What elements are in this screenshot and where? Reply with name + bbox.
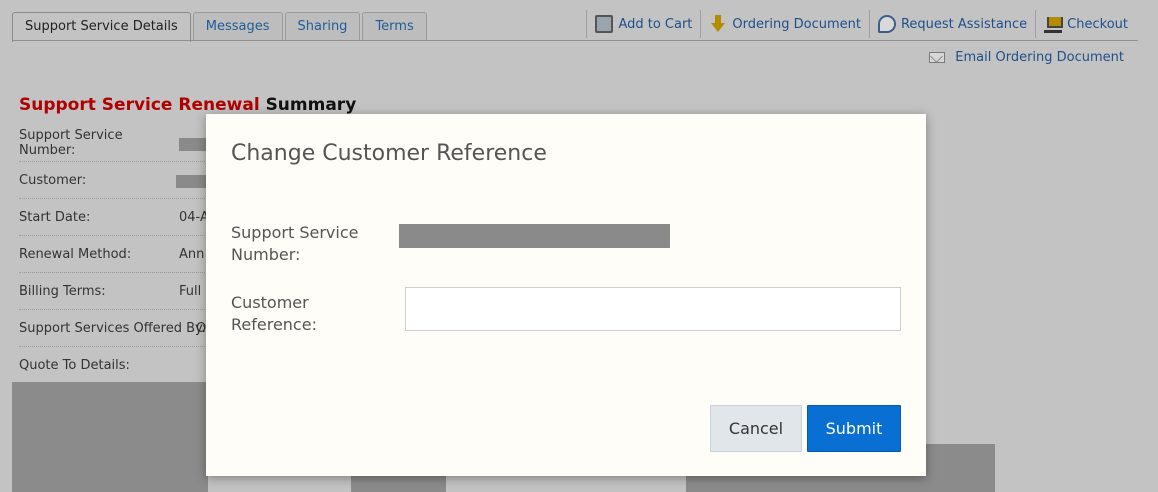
add-to-cart-label: Add to Cart [618, 16, 693, 32]
redacted-block [924, 444, 995, 492]
field-value: O [196, 320, 207, 336]
tab-terms[interactable]: Terms [362, 12, 427, 41]
page-title: Support Service Renewal Summary [19, 95, 356, 115]
cancel-button[interactable]: Cancel [710, 405, 802, 452]
add-to-cart-icon [595, 15, 614, 33]
tab-sharing[interactable]: Sharing [284, 12, 361, 41]
action-toolbar: Add to Cart Ordering Document Request As… [586, 10, 1136, 38]
checkout-label: Checkout [1067, 16, 1128, 32]
redacted-value [176, 175, 206, 188]
summary-row: Support Services Offered By: O [19, 310, 209, 347]
change-customer-reference-dialog: Change Customer Reference Support Servic… [206, 114, 926, 476]
redacted-value [179, 138, 209, 151]
field-label: Billing Terms: [19, 283, 106, 299]
envelope-icon [929, 52, 946, 63]
field-label: Support Service Number: [19, 128, 123, 158]
help-bubble-icon [877, 15, 896, 33]
summary-row: Renewal Method: Ann [19, 236, 209, 273]
summary-row: Billing Terms: Full i [19, 273, 209, 310]
field-label: Start Date: [19, 209, 91, 225]
field-label: Renewal Method: [19, 246, 132, 262]
request-assistance-label: Request Assistance [900, 16, 1028, 32]
request-assistance-link[interactable]: Request Assistance [868, 10, 1035, 38]
field-value: Ann [179, 246, 205, 262]
customer-reference-input[interactable] [405, 287, 901, 331]
tab-support-service-details[interactable]: Support Service Details [12, 12, 191, 42]
ordering-document-label: Ordering Document [732, 16, 861, 32]
summary-row: Start Date: 04-A [19, 199, 209, 236]
redacted-block [686, 476, 926, 492]
summary-fields: Support Service Number: Customer: Start … [19, 125, 209, 384]
checkout-link[interactable]: Checkout [1035, 10, 1136, 38]
add-to-cart-link[interactable]: Add to Cart [586, 10, 700, 38]
redacted-support-service-number [399, 224, 670, 248]
tab-divider [12, 40, 1138, 41]
title-red-part: Support Service Renewal [19, 95, 260, 115]
field-label: Quote To Details: [19, 358, 130, 373]
download-arrow-icon [709, 15, 727, 33]
shopping-cart-icon [1044, 15, 1064, 33]
tab-bar: Support Service Details Messages Sharing… [12, 12, 429, 42]
customer-reference-label: Customer Reference: [231, 293, 317, 334]
ordering-document-link[interactable]: Ordering Document [700, 10, 869, 38]
summary-row: Customer: [19, 162, 209, 199]
email-ordering-document-link[interactable]: Email Ordering Document [929, 50, 1124, 65]
field-label: Customer: [19, 172, 87, 188]
title-black-part: Summary [265, 95, 357, 115]
email-ordering-document-label: Email Ordering Document [955, 50, 1124, 65]
summary-row: Quote To Details: [19, 347, 209, 384]
redacted-block [351, 474, 446, 492]
summary-row: Support Service Number: [19, 125, 209, 162]
support-service-number-label: Support Service Number: [231, 223, 359, 264]
field-label: Support Services Offered By: [19, 320, 207, 336]
redacted-block [12, 382, 208, 492]
submit-button[interactable]: Submit [807, 405, 901, 452]
tab-messages[interactable]: Messages [192, 12, 283, 41]
field-value: Full i [179, 283, 209, 299]
dialog-title: Change Customer Reference [231, 141, 547, 166]
field-value: 04-A [179, 209, 209, 225]
